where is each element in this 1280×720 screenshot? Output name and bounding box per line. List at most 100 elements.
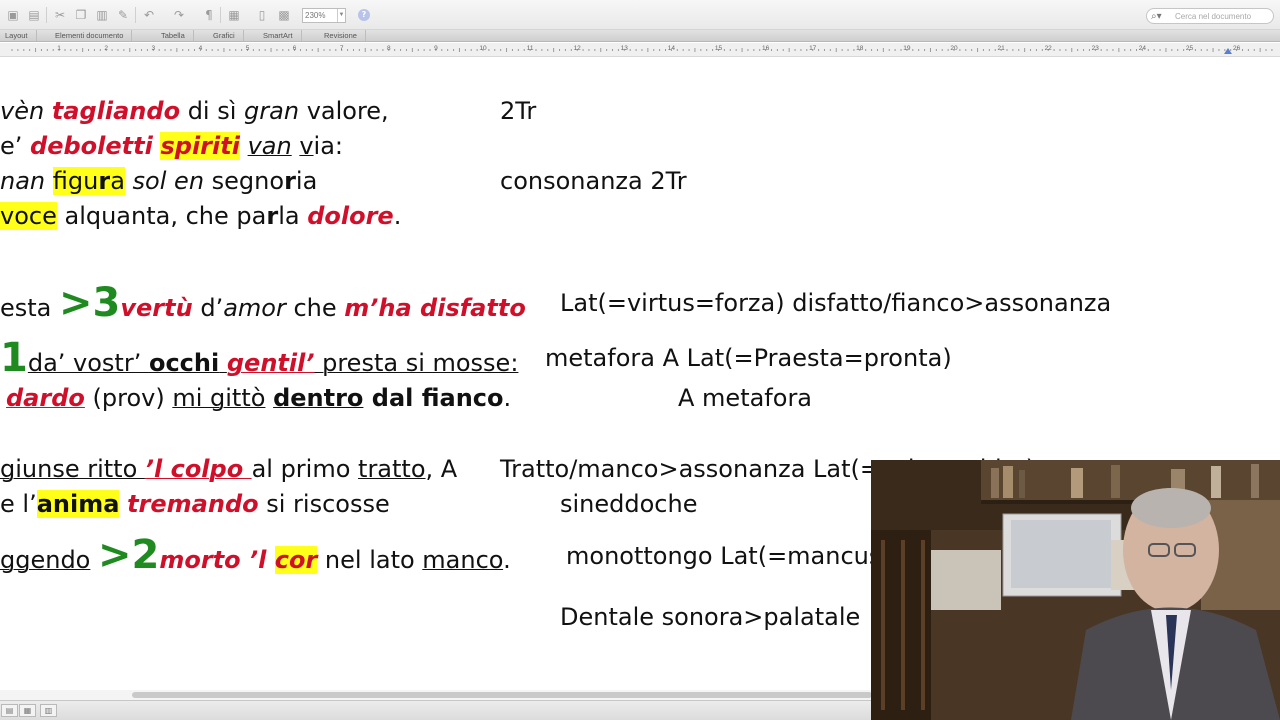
- verse-text: al primo: [251, 455, 359, 483]
- note-line-11: Dentale sonora>palatale: [560, 603, 861, 631]
- verse-text: [240, 132, 248, 160]
- ruler-number: 11: [526, 45, 534, 52]
- emphasis-word: dolore: [307, 202, 394, 230]
- highlighted-word: r: [98, 167, 111, 195]
- verse-text: segno: [204, 167, 285, 195]
- zoom-select[interactable]: 230% ▼: [302, 8, 346, 23]
- cut-icon[interactable]: ✂: [53, 8, 67, 22]
- ruler-number: 23: [1091, 45, 1099, 52]
- verse-text: [119, 490, 127, 518]
- verse-text: vèn: [0, 97, 52, 125]
- webcam-feed-image: [871, 460, 1280, 720]
- save-icon[interactable]: ▣: [6, 8, 20, 22]
- publishing-view-icon[interactable]: ▥: [40, 704, 57, 717]
- media-icon[interactable]: ▩: [277, 8, 291, 22]
- verse-text: giunse ritto: [0, 455, 145, 483]
- highlighted-word: spiriti: [160, 132, 240, 160]
- view-icon[interactable]: ▦: [227, 8, 241, 22]
- verse-text: [166, 167, 174, 195]
- tab-tabella[interactable]: Tabella: [161, 30, 194, 41]
- verse-line-3: nan figura sol en segnoria: [0, 167, 317, 195]
- ruler-number: 22: [1044, 45, 1052, 52]
- verse-line-6: 1da’ vostr’ occhi gentil’ presta si moss…: [0, 338, 518, 383]
- verse-line-5: esta >3vertù d’amor che m’ha disfatto: [0, 283, 526, 328]
- ruler-number: 26: [1232, 45, 1241, 52]
- verse-text: amor: [223, 294, 286, 322]
- paste-icon[interactable]: ▥: [95, 8, 109, 22]
- horizontal-ruler[interactable]: 1 2 3 4 5 6 7 8 9 10 11 12 13 14 15 16 17 18 19 20 21 22 23 24 2…: [0, 43, 1280, 57]
- undo-icon[interactable]: ↶: [142, 8, 156, 22]
- scrollbar-thumb[interactable]: [132, 692, 872, 698]
- search-field[interactable]: ⌕▾ Cerca nel documento: [1146, 8, 1274, 24]
- ruler-number: 24: [1138, 45, 1147, 52]
- ruler-number: 1: [57, 45, 61, 52]
- pilcrow-icon[interactable]: ¶: [202, 8, 216, 22]
- verse-line-10: ggendo >2morto ’l cor nel lato manco.: [0, 535, 511, 580]
- tab-grafici[interactable]: Grafici: [213, 30, 244, 41]
- emphasis-word: vertù: [120, 294, 193, 322]
- emphasis-word: tagliando: [51, 97, 181, 125]
- emphasis-word: m’ha disfatto: [344, 294, 526, 322]
- highlighted-word: cor: [274, 546, 318, 574]
- copy-icon[interactable]: ❐: [74, 8, 88, 22]
- verse-text: e l’: [0, 490, 37, 518]
- highlighted-word: voce: [0, 202, 57, 230]
- ruler-number: 15: [714, 45, 723, 52]
- verse-line-9: e l’anima tremando si riscosse: [0, 490, 390, 518]
- tab-layout[interactable]: Layout: [5, 30, 37, 41]
- verse-text: .: [393, 202, 402, 230]
- verse-line-8: giunse ritto ’l colpo al primo tratto, A: [0, 455, 457, 483]
- verse-line-4: voce alquanta, che parla dolore.: [0, 202, 401, 230]
- draft-view-icon[interactable]: ▤: [1, 704, 18, 717]
- ruler-number: 16: [761, 45, 770, 52]
- verse-line-1: vèn tagliando di sì gran valore,: [0, 97, 389, 125]
- ruler-number: 5: [245, 45, 250, 52]
- ruler-number: 7: [339, 45, 344, 52]
- verse-text: manco: [422, 546, 504, 574]
- tab-elementi-documento[interactable]: Elementi documento: [55, 30, 133, 41]
- format-painter-icon[interactable]: ✎: [116, 8, 130, 22]
- emphasis-word: dardo: [6, 384, 85, 412]
- highlighted-word: figu: [52, 167, 99, 195]
- tab-revisione[interactable]: Revisione: [324, 30, 366, 41]
- verse-text: tratto: [358, 455, 426, 483]
- verse-text: valore,: [299, 97, 389, 125]
- emphasis-word: ’l colpo: [144, 455, 252, 483]
- chevron-down-icon[interactable]: ▼: [337, 9, 345, 22]
- print-icon[interactable]: ▤: [27, 8, 41, 22]
- verse-text: en: [174, 167, 205, 195]
- verse-text: [265, 384, 273, 412]
- ruler-number: 6: [292, 45, 297, 52]
- redo-icon[interactable]: ↷: [172, 8, 186, 22]
- verse-text: van: [247, 132, 292, 160]
- highlighted-word: anima: [36, 490, 120, 518]
- verse-text: da’ vostr’: [27, 349, 149, 377]
- ruler-number: 21: [997, 45, 1005, 52]
- note-line-9: sineddoche: [560, 490, 698, 518]
- verse-text: nan: [0, 167, 46, 195]
- verse-text: che: [285, 294, 345, 322]
- ruler-number: 19: [903, 45, 911, 52]
- verse-text: d’: [192, 294, 224, 322]
- verse-text: presta si mosse:: [314, 349, 519, 377]
- highlighted-word: a: [110, 167, 125, 195]
- outline-view-icon[interactable]: ▦: [19, 704, 36, 717]
- search-placeholder: Cerca nel documento: [1175, 12, 1252, 21]
- search-icon[interactable]: ⌕▾: [1151, 10, 1162, 23]
- verse-text: sol: [132, 167, 167, 195]
- tab-smartart[interactable]: SmartArt: [263, 30, 302, 41]
- verse-text: v: [299, 132, 314, 160]
- verse-text: , A: [425, 455, 458, 483]
- help-icon[interactable]: ?: [358, 9, 370, 21]
- verse-text: si riscosse: [258, 490, 390, 518]
- sidebar-icon[interactable]: ▯: [255, 8, 269, 22]
- note-line-1: 2Tr: [500, 97, 537, 125]
- count-marker: 1: [0, 335, 28, 381]
- ruler-number: 3: [151, 45, 156, 52]
- horizontal-scrollbar[interactable]: [0, 690, 872, 700]
- verse-line-7: dardo (prov) mi gittò dentro dal fianco.: [6, 384, 511, 412]
- ruler-number: 20: [950, 45, 958, 52]
- webcam-video-overlay: [871, 460, 1280, 720]
- ruler-number: 4: [198, 45, 203, 52]
- ruler-number: 9: [434, 45, 438, 52]
